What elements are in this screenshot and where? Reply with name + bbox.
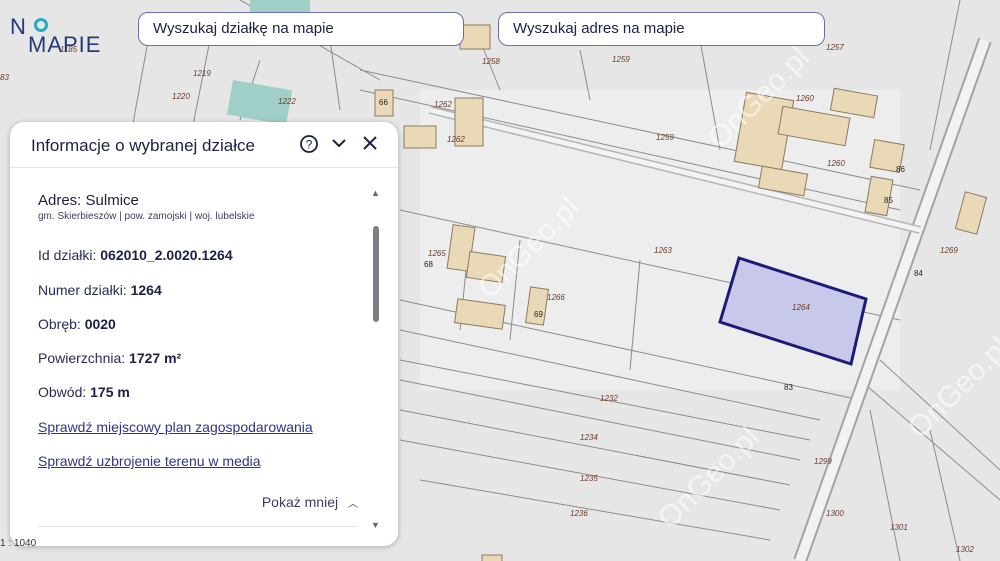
parcel-number-label: 68 xyxy=(424,260,433,269)
parcel-number-label: 1258 xyxy=(482,57,500,66)
scrollbar-thumb[interactable] xyxy=(373,226,379,322)
field-value: 062010_2.0020.1264 xyxy=(100,247,233,263)
parcel-number-label: 1262 xyxy=(434,100,452,109)
show-less-button[interactable]: Pokaż mniej ︿ xyxy=(262,494,358,510)
field-precinct: Obręb: 0020 xyxy=(38,316,116,332)
field-label: Powierzchnia: xyxy=(38,350,126,366)
parcel-number-label: 1300 xyxy=(826,509,844,518)
field-label: Obwód: xyxy=(38,384,87,400)
parcel-number-label: 86 xyxy=(896,165,905,174)
field-label: Id działki: xyxy=(38,247,97,263)
parcel-number-label: 1265 xyxy=(428,249,446,258)
parcel-number-label: 1259 xyxy=(656,133,674,142)
admin-units: gm. Skierbieszów | pow. zamojski | woj. … xyxy=(38,211,255,222)
zoning-plan-link[interactable]: Sprawdź miejscowy plan zagospodarowania xyxy=(38,419,313,435)
field-perimeter: Obwód: 175 m xyxy=(38,384,130,400)
parcel-number-label: 1260 xyxy=(796,94,814,103)
map-scale: 1 : 1040 xyxy=(0,538,37,549)
field-value: 0020 xyxy=(84,316,116,332)
parcel-number-label: 1264 xyxy=(792,303,810,312)
parcel-number-label: 1220 xyxy=(172,92,190,101)
field-value: 1727 m² xyxy=(129,350,182,366)
parcel-number-label: 1260 xyxy=(827,159,845,168)
parcel-number-label: 85 xyxy=(884,196,893,205)
parcel-number-label: 1236 xyxy=(570,509,588,518)
scroll-down-icon[interactable]: ▼ xyxy=(371,520,380,530)
field-parcel-id: Id działki: 062010_2.0020.1264 xyxy=(38,247,233,263)
scroll-up-icon[interactable]: ▲ xyxy=(371,188,380,198)
address-search-input[interactable]: Wyszukaj adres na mapie xyxy=(498,12,825,46)
parcel-search-input[interactable]: Wyszukaj działkę na mapie xyxy=(138,12,464,46)
parcel-number-label: 1232 xyxy=(600,394,618,403)
parcel-number-label: 1235 xyxy=(580,474,598,483)
utilities-link[interactable]: Sprawdź uzbrojenie terenu w media xyxy=(38,453,261,469)
parcel-number-label: 1234 xyxy=(580,433,598,442)
parcel-search-label: Wyszukaj działkę na mapie xyxy=(153,20,334,37)
logo-pin-icon xyxy=(34,18,48,32)
parcel-number-label: 1302 xyxy=(956,545,974,554)
close-icon[interactable] xyxy=(359,134,381,156)
field-parcel-number: Numer działki: 1264 xyxy=(38,282,162,298)
field-value: 175 m xyxy=(90,384,130,400)
show-less-label: Pokaż mniej xyxy=(261,494,339,510)
address-search-label: Wyszukaj adres na mapie xyxy=(513,20,685,37)
address-value: Sulmice xyxy=(85,192,139,209)
parcel-number-label: 1269 xyxy=(940,246,958,255)
field-label: Obręb: xyxy=(38,316,81,332)
parcel-number-label: 83 xyxy=(784,383,793,392)
panel-divider xyxy=(10,167,398,168)
field-area: Powierzchnia: 1727 m² xyxy=(38,350,181,366)
parcel-number-label: 83 xyxy=(0,73,9,82)
logo-text-line2: MAPIE xyxy=(28,32,102,57)
parcel-number-label: 1259 xyxy=(612,55,630,64)
svg-text:?: ? xyxy=(306,138,313,152)
parcel-number-label: 1262 xyxy=(447,135,465,144)
parcel-number-label: 1219 xyxy=(193,69,211,78)
chevron-up-icon: ︿ xyxy=(348,499,358,510)
parcel-number-label: 1263 xyxy=(654,246,672,255)
parcel-number-label: 1222 xyxy=(278,97,296,106)
parcel-number-label: 1266 xyxy=(547,293,565,302)
field-value: 1264 xyxy=(130,282,162,298)
parcel-number-label: 66 xyxy=(379,98,388,107)
parcel-number-label: 69 xyxy=(534,310,543,319)
app-logo[interactable]: N MAPIE xyxy=(10,14,110,57)
logo-text-line1: N xyxy=(10,14,27,39)
parcel-number-label: 1299 xyxy=(814,457,832,466)
panel-bottom-divider xyxy=(38,526,358,527)
field-label: Numer działki: xyxy=(38,282,127,298)
panel-title: Informacje o wybranej działce xyxy=(31,136,255,155)
address-line: Adres: Sulmice xyxy=(38,192,139,209)
parcel-number-label: 84 xyxy=(914,269,923,278)
parcel-info-panel: Informacje o wybranej działce ? Adres: S… xyxy=(10,122,398,546)
address-label: Adres: xyxy=(38,192,82,209)
parcel-number-label: 1257 xyxy=(826,43,844,52)
chevron-down-icon[interactable] xyxy=(328,134,350,156)
help-circle-icon[interactable]: ? xyxy=(298,134,320,156)
parcel-number-label: 1301 xyxy=(890,523,908,532)
